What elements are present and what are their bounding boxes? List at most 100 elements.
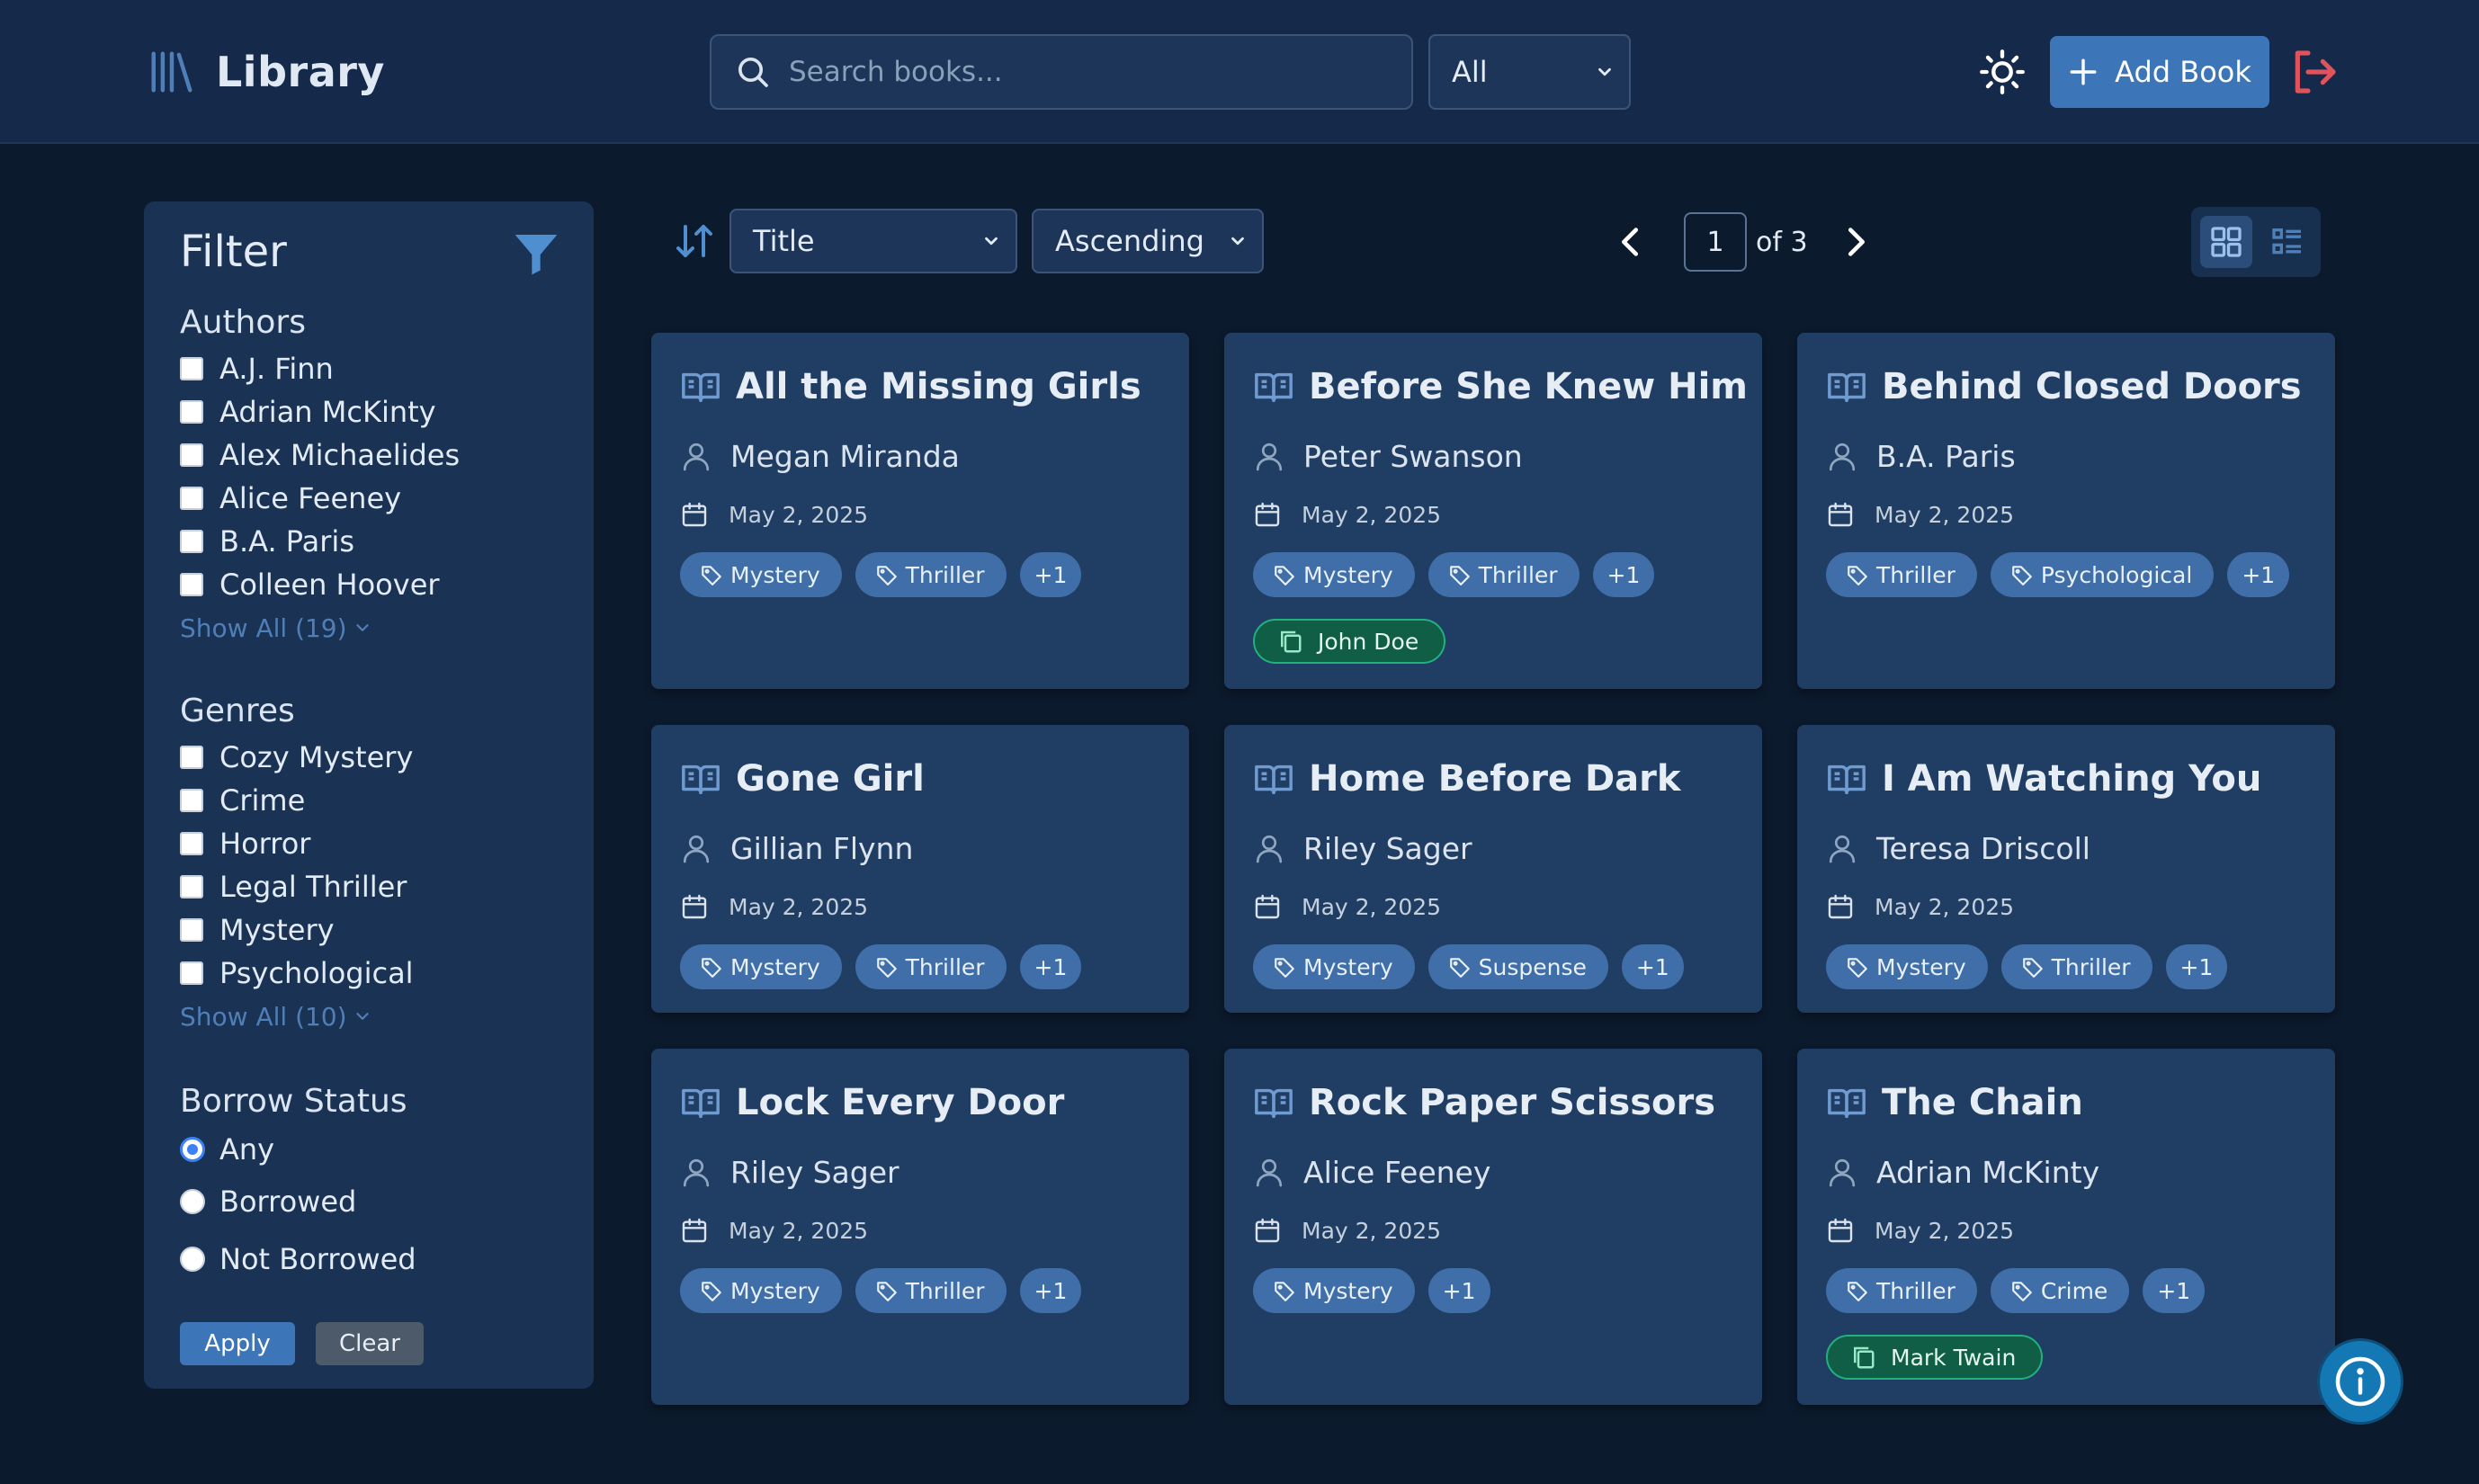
show-all-authors-link[interactable]: Show All (19)	[180, 606, 460, 649]
genre-tag[interactable]: Thriller	[1427, 552, 1580, 597]
book-card[interactable]: Behind Closed Doors B.A. Paris May 2, 2025…	[1797, 333, 2335, 689]
genre-tag[interactable]: Thriller	[855, 944, 1007, 989]
genre-tag-label: Thriller	[1478, 561, 1558, 588]
genre-tag[interactable]: Psychological	[1990, 552, 2215, 597]
more-tags-badge[interactable]: +1	[2165, 944, 2228, 989]
grid-view-button[interactable]	[2200, 216, 2252, 268]
book-card[interactable]: Rock Paper Scissors Alice Feeney May 2, 20…	[1224, 1049, 1762, 1405]
sort-arrows-icon[interactable]	[673, 219, 716, 263]
checkbox[interactable]	[180, 443, 203, 467]
book-card[interactable]: All the Missing Girls Megan Miranda May 2,…	[651, 333, 1189, 689]
sort-field-select[interactable]: Title	[729, 209, 1017, 273]
book-date-row: May 2, 2025	[1253, 1212, 1441, 1248]
theme-toggle-button[interactable]	[1975, 45, 2029, 99]
book-card[interactable]: The Chain Adrian McKinty May 2, 2025 Thrill…	[1797, 1049, 2335, 1405]
search-box[interactable]	[710, 34, 1413, 110]
calendar-icon	[1828, 502, 1853, 527]
author-option[interactable]: B.A. Paris	[180, 520, 460, 563]
genre-tag[interactable]: Mystery	[1826, 944, 1988, 989]
genre-option[interactable]: Crime	[180, 779, 414, 822]
top-header: Library All Add Book	[0, 0, 2479, 144]
book-date-row: May 2, 2025	[680, 889, 868, 925]
genre-tag[interactable]: Mystery	[680, 552, 842, 597]
more-tags-badge[interactable]: +1	[1621, 944, 1684, 989]
show-all-genres-link[interactable]: Show All (10)	[180, 995, 414, 1038]
type-filter-select[interactable]: All	[1428, 34, 1631, 110]
author-option[interactable]: Alex Michaelides	[180, 434, 460, 477]
genre-tag[interactable]: Thriller	[1826, 1268, 1977, 1313]
chevron-left-icon[interactable]	[1610, 221, 1651, 263]
checkbox[interactable]	[180, 487, 203, 510]
author-option[interactable]: A.J. Finn	[180, 347, 460, 390]
tag-icon	[2022, 958, 2043, 978]
genre-tag[interactable]: Thriller	[855, 1268, 1007, 1313]
brand[interactable]: Library	[148, 45, 385, 99]
checkbox[interactable]	[180, 875, 203, 898]
tag-icon	[876, 566, 897, 586]
book-date-row: May 2, 2025	[1826, 1212, 2014, 1248]
book-date: May 2, 2025	[1302, 1217, 1442, 1244]
radio[interactable]	[180, 1189, 205, 1214]
genre-option[interactable]: Legal Thriller	[180, 865, 414, 908]
borrower-name: Mark Twain	[1891, 1344, 2017, 1371]
genre-option[interactable]: Horror	[180, 822, 414, 865]
radio[interactable]	[180, 1247, 205, 1272]
author-option[interactable]: Colleen Hoover	[180, 563, 460, 606]
book-card[interactable]: I Am Watching You Teresa Driscoll May 2, 2…	[1797, 725, 2335, 1013]
sort-direction-select[interactable]: Ascending	[1032, 209, 1264, 273]
more-tags-badge[interactable]: +1	[1019, 1268, 1082, 1313]
list-view-button[interactable]	[2261, 216, 2313, 268]
checkbox[interactable]	[180, 746, 203, 769]
more-tags-badge[interactable]: +1	[1592, 552, 1655, 597]
funnel-icon[interactable]	[511, 228, 561, 279]
genre-tag[interactable]: Mystery	[680, 944, 842, 989]
genre-tag[interactable]: Crime	[1990, 1268, 2130, 1313]
book-card[interactable]: Gone Girl Gillian Flynn May 2, 2025 Mystery…	[651, 725, 1189, 1013]
more-tags-badge[interactable]: +1	[2143, 1268, 2206, 1313]
checkbox[interactable]	[180, 832, 203, 855]
genre-tag[interactable]: Suspense	[1427, 944, 1608, 989]
checkbox[interactable]	[180, 789, 203, 812]
borrow-option-borrowed[interactable]: Borrowed	[180, 1173, 416, 1230]
checkbox[interactable]	[180, 357, 203, 380]
more-tags-badge[interactable]: +1	[2227, 552, 2290, 597]
genre-tag[interactable]: Mystery	[1253, 1268, 1415, 1313]
radio-selected[interactable]	[180, 1137, 205, 1162]
more-tags-badge[interactable]: +1	[1019, 552, 1082, 597]
checkbox[interactable]	[180, 918, 203, 942]
genre-tag[interactable]: Mystery	[680, 1268, 842, 1313]
logout-icon[interactable]	[2289, 47, 2340, 97]
checkbox[interactable]	[180, 573, 203, 596]
borrow-option-any[interactable]: Any	[180, 1126, 416, 1173]
chevron-right-icon[interactable]	[1835, 221, 1876, 263]
page-number-input[interactable]: 1	[1684, 212, 1747, 272]
genre-option[interactable]: Cozy Mystery	[180, 736, 414, 779]
checkbox[interactable]	[180, 400, 203, 424]
info-button[interactable]	[2317, 1338, 2403, 1425]
borrow-option-not-borrowed[interactable]: Not Borrowed	[180, 1230, 416, 1288]
genre-tag[interactable]: Thriller	[855, 552, 1007, 597]
book-card[interactable]: Before She Knew Him Peter Swanson May 2, 2…	[1224, 333, 1762, 689]
genre-tag[interactable]: Mystery	[1253, 552, 1415, 597]
view-mode-toggle	[2191, 207, 2321, 277]
author-option[interactable]: Adrian McKinty	[180, 390, 460, 434]
genre-tag[interactable]: Thriller	[2000, 944, 2152, 989]
genre-tag[interactable]: Thriller	[1826, 552, 1977, 597]
book-card[interactable]: Home Before Dark Riley Sager May 2, 2025 My…	[1224, 725, 1762, 1013]
checkbox[interactable]	[180, 530, 203, 553]
genre-tag[interactable]: Mystery	[1253, 944, 1415, 989]
genre-option[interactable]: Psychological	[180, 952, 414, 995]
checkbox[interactable]	[180, 961, 203, 985]
book-card[interactable]: Lock Every Door Riley Sager May 2, 2025 Mys…	[651, 1049, 1189, 1405]
clear-button[interactable]: Clear	[316, 1322, 424, 1365]
more-tags-badge[interactable]: +1	[1427, 1268, 1490, 1313]
book-title-row: All the Missing Girls	[680, 363, 1141, 410]
genre-option[interactable]: Mystery	[180, 908, 414, 952]
genre-tag-label: Thriller	[1876, 561, 1955, 588]
apply-button[interactable]: Apply	[180, 1322, 295, 1365]
more-tags-badge[interactable]: +1	[1019, 944, 1082, 989]
add-book-button[interactable]: Add Book	[2050, 36, 2269, 108]
search-input[interactable]	[789, 56, 1365, 88]
genre-tag-label: Mystery	[730, 561, 820, 588]
author-option[interactable]: Alice Feeney	[180, 477, 460, 520]
